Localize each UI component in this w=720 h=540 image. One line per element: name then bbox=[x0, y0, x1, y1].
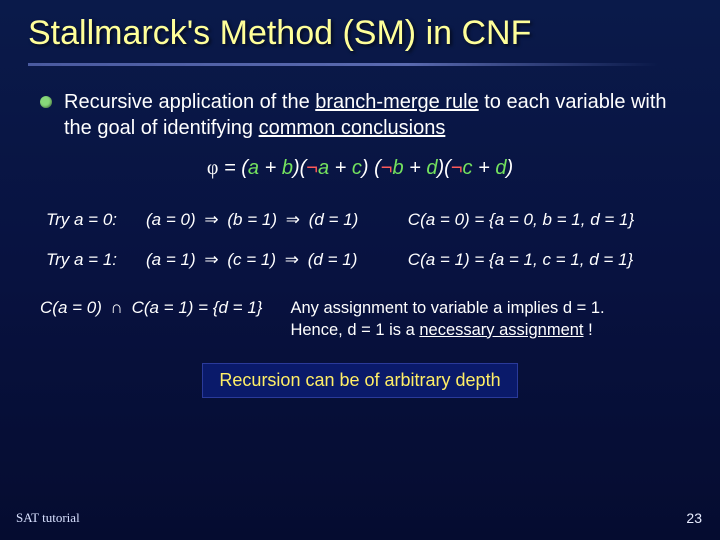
cl-rhs: {d = 1} bbox=[213, 298, 263, 317]
case-deriv-0: (a = 0) ⇒ (b = 1) ⇒ (d = 1) bbox=[140, 200, 402, 240]
bullet-underlined-2: common conclusions bbox=[259, 117, 446, 139]
cases-table: Try a = 0: (a = 0) ⇒ (b = 1) ⇒ (d = 1) C… bbox=[40, 200, 680, 280]
expl1: Any assignment to variable a implies d =… bbox=[290, 299, 604, 317]
case-label-1: Try a = 1: bbox=[40, 240, 140, 280]
d01: b = 1 bbox=[233, 210, 271, 229]
imp: ⇒ bbox=[196, 250, 228, 269]
bullet-text: Recursive application of the branch-merg… bbox=[64, 90, 680, 141]
f-t4a: c bbox=[463, 157, 473, 179]
badge-wrap: Recursion can be of arbitrary depth bbox=[40, 363, 680, 398]
case-set-1: C(a = 1) = {a = 1, c = 1, d = 1} bbox=[402, 240, 680, 280]
phi-symbol: φ bbox=[207, 157, 219, 179]
imp: ⇒ bbox=[277, 210, 309, 229]
d11: c = 1 bbox=[233, 250, 270, 269]
expl2b: ! bbox=[588, 321, 593, 339]
f-t1b: b bbox=[282, 157, 293, 179]
imp: ⇒ bbox=[276, 250, 308, 269]
d02: d = 1 bbox=[314, 210, 352, 229]
bullet-1: Recursive application of the branch-merg… bbox=[40, 90, 680, 141]
footer-page-number: 23 bbox=[686, 510, 702, 526]
cl-a: C(a = 0) bbox=[40, 298, 102, 317]
footer-left: SAT tutorial bbox=[16, 510, 80, 526]
recursion-badge: Recursion can be of arbitrary depth bbox=[202, 363, 517, 398]
f-t3b: d bbox=[426, 157, 437, 179]
bullet-pre: Recursive application of the bbox=[64, 91, 315, 113]
title-underline bbox=[28, 63, 659, 66]
conclusion: C(a = 0) ∩ C(a = 1) = {d = 1} Any assign… bbox=[40, 298, 680, 341]
f-t4b: d bbox=[495, 157, 506, 179]
expl2u: necessary assignment bbox=[419, 321, 583, 339]
imp: ⇒ bbox=[196, 210, 228, 229]
d10: a = 1 bbox=[152, 250, 190, 269]
expl2a: Hence, d = 1 is a bbox=[290, 321, 419, 339]
slide: Stallmarck's Method (SM) in CNF Recursiv… bbox=[0, 0, 720, 540]
bullet-icon bbox=[40, 96, 52, 108]
f-n2: ¬ bbox=[381, 157, 393, 179]
f-t2b: c bbox=[352, 157, 362, 179]
case-deriv-1: (a = 1) ⇒ (c = 1) ⇒ (d = 1) bbox=[140, 240, 402, 280]
slide-body: Recursive application of the branch-merg… bbox=[0, 72, 720, 398]
title-area: Stallmarck's Method (SM) in CNF bbox=[0, 0, 720, 72]
f-n3: ¬ bbox=[451, 157, 463, 179]
f-t3a: b bbox=[392, 157, 403, 179]
d12: d = 1 bbox=[313, 250, 351, 269]
f-t2a: a bbox=[318, 157, 329, 179]
table-row: Try a = 0: (a = 0) ⇒ (b = 1) ⇒ (d = 1) C… bbox=[40, 200, 680, 240]
case-label-0: Try a = 0: bbox=[40, 200, 140, 240]
cap-symbol: ∩ bbox=[102, 298, 132, 317]
d00: a = 0 bbox=[152, 210, 190, 229]
cl-b: C(a = 1) bbox=[132, 298, 194, 317]
table-row: Try a = 1: (a = 1) ⇒ (c = 1) ⇒ (d = 1) C… bbox=[40, 240, 680, 280]
formula: φ = (a + b)(¬a + c) (¬b + d)(¬c + d) bbox=[40, 157, 680, 180]
case-set-0: C(a = 0) = {a = 0, b = 1, d = 1} bbox=[402, 200, 680, 240]
formula-eq: = bbox=[224, 157, 241, 179]
conclusion-explain: Any assignment to variable a implies d =… bbox=[290, 298, 680, 341]
conclusion-intersection: C(a = 0) ∩ C(a = 1) = {d = 1} bbox=[40, 298, 262, 318]
f-t1a: a bbox=[248, 157, 259, 179]
slide-title: Stallmarck's Method (SM) in CNF bbox=[28, 14, 692, 53]
bullet-underlined-1: branch-merge rule bbox=[315, 91, 478, 113]
f-n1: ¬ bbox=[306, 157, 318, 179]
